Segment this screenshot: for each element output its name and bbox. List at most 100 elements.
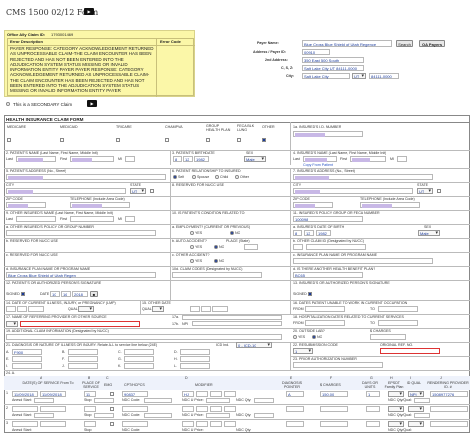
resubmission-select[interactable]: 1 — [293, 348, 313, 354]
employment-no-radio[interactable] — [230, 231, 234, 235]
insured-last-field[interactable] — [303, 156, 337, 162]
prior-auth-field[interactable] — [293, 362, 383, 368]
secondary-claim-button[interactable]: ▶ — [87, 100, 97, 107]
other-date-y-field[interactable] — [212, 306, 228, 312]
stop-field[interactable] — [94, 412, 114, 418]
outside-no-radio[interactable] — [312, 335, 316, 339]
charges-field[interactable] — [320, 405, 348, 412]
mod4-field[interactable] — [224, 405, 236, 412]
dx-k-field[interactable] — [124, 363, 154, 369]
dx-d-field[interactable] — [180, 349, 210, 355]
patient-phone-field[interactable] — [70, 202, 130, 208]
ndc-qty-field[interactable] — [254, 397, 274, 403]
medicaid-checkbox[interactable] — [60, 138, 64, 142]
medicare-checkbox[interactable] — [7, 138, 11, 142]
insured-signed-check[interactable] — [308, 292, 312, 296]
from-date-field[interactable]: 11/09/2018 — [12, 390, 38, 397]
provider-field[interactable] — [430, 420, 468, 427]
original-ref-field[interactable] — [380, 348, 440, 354]
dx-l-field[interactable] — [180, 363, 210, 369]
mod3-field[interactable] — [210, 420, 222, 427]
feca-checkbox[interactable] — [237, 138, 241, 142]
from-date-field[interactable] — [12, 405, 38, 412]
dx-b-field[interactable] — [68, 349, 98, 355]
place-state-field[interactable] — [244, 244, 258, 250]
other-acc-yes-radio[interactable] — [190, 259, 194, 263]
insured-sex-select[interactable]: Male — [418, 230, 440, 236]
anes-start-field[interactable] — [34, 397, 54, 403]
epsdt-select[interactable] — [388, 390, 404, 397]
units-field[interactable] — [366, 420, 380, 427]
insured-dob-m-field[interactable]: 8 — [293, 230, 302, 236]
hosp-to-field[interactable] — [378, 320, 418, 326]
pointer-field[interactable] — [286, 420, 304, 427]
qual-select[interactable]: NPI — [408, 390, 424, 397]
to-date-field[interactable] — [40, 420, 66, 427]
other-first-field[interactable] — [70, 216, 114, 222]
unable-to-field[interactable] — [378, 306, 418, 312]
city-field[interactable]: Salt Lake City — [302, 73, 350, 79]
epsdt-select[interactable] — [388, 405, 404, 412]
provider-field[interactable] — [430, 405, 468, 412]
other-acc-no-radio[interactable] — [214, 259, 218, 263]
from-date-field[interactable] — [12, 420, 38, 427]
rel-spouse-radio[interactable] — [192, 175, 196, 179]
insured-zip-field[interactable] — [293, 202, 333, 208]
pointer-field[interactable] — [286, 405, 304, 412]
rel-self-radio[interactable] — [173, 175, 177, 179]
patient-address-field[interactable] — [6, 174, 166, 180]
sig-date-m-field[interactable]: 10 — [50, 291, 60, 297]
additional-field[interactable] — [6, 334, 282, 340]
mod2-field[interactable] — [196, 420, 208, 427]
insured-address-field[interactable] — [293, 174, 433, 180]
ndc-qual-field[interactable] — [414, 412, 430, 418]
mod4-field[interactable] — [224, 420, 236, 427]
unable-from-field[interactable] — [305, 306, 345, 312]
insured-city-field[interactable] — [293, 188, 413, 194]
mod3-field[interactable] — [210, 405, 222, 412]
mod1-field[interactable] — [182, 420, 194, 427]
field-17b-input[interactable] — [192, 321, 282, 326]
mod2-field[interactable] — [196, 390, 208, 397]
mod3-field[interactable] — [210, 390, 222, 397]
claim-codes-field[interactable] — [172, 272, 262, 278]
oa-payers-button[interactable]: OA Payers — [419, 40, 445, 47]
pos-field[interactable] — [84, 420, 96, 427]
ndc-qty-field[interactable] — [254, 412, 274, 418]
auto-yes-radio[interactable] — [190, 245, 194, 249]
rel-other-radio[interactable] — [235, 175, 239, 179]
patient-state-select[interactable]: UT — [130, 188, 146, 194]
auto-no-radio[interactable] — [214, 245, 218, 249]
stop-field[interactable] — [94, 397, 114, 403]
group-checkbox[interactable] — [206, 138, 210, 142]
outside-yes-radio[interactable] — [293, 335, 297, 339]
search-payer-button[interactable]: Search — [396, 40, 413, 47]
another-plan-field[interactable]: BC65 — [293, 272, 363, 278]
insured-phone-field[interactable] — [360, 202, 420, 208]
dx-j-field[interactable] — [68, 363, 98, 369]
payer-zip-field[interactable]: 84111-0000 — [369, 73, 399, 79]
illness-y-field[interactable] — [28, 306, 44, 312]
dob-month-field[interactable]: 8 — [173, 156, 182, 162]
insured-id-field[interactable] — [293, 131, 363, 137]
dx-h-field[interactable] — [180, 356, 210, 362]
patient-city-field[interactable] — [6, 188, 126, 194]
other-policy-field[interactable] — [6, 230, 156, 236]
csz-field[interactable]: Salt Lake City UT 84111-0000 — [302, 65, 364, 71]
qual-select[interactable] — [408, 420, 424, 427]
dob-year-field[interactable]: 1982 — [194, 156, 209, 162]
other-mi-field[interactable] — [125, 216, 135, 222]
ndc-unit-field[interactable] — [206, 412, 230, 418]
rel-child-radio[interactable] — [215, 175, 219, 179]
insured-first-field[interactable] — [350, 156, 386, 162]
ndc-code-field[interactable] — [144, 412, 172, 418]
referring-name-field[interactable] — [20, 321, 140, 327]
patient-state-check[interactable] — [150, 189, 154, 193]
ins-plan-field[interactable] — [293, 258, 433, 264]
illness-d-field[interactable] — [17, 306, 27, 312]
dx-e-field[interactable] — [12, 356, 42, 362]
policy-group-field[interactable]: 100098 — [293, 216, 363, 222]
outside-charges-field[interactable] — [370, 334, 406, 340]
mod1-field[interactable]: HJ — [182, 390, 194, 397]
insured-dob-d-field[interactable]: 12 — [304, 230, 314, 236]
